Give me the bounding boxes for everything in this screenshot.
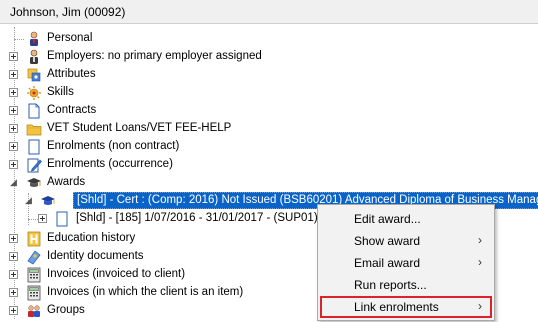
person-icon <box>26 31 42 47</box>
tree-item-label: Identity documents <box>47 250 144 262</box>
group-icon <box>26 303 42 319</box>
calculator-icon <box>26 267 42 283</box>
tree-item-label: Groups <box>47 304 85 316</box>
expand-plus-icon[interactable] <box>9 52 18 61</box>
collapse-arrow-icon[interactable]: ◢ <box>25 195 32 206</box>
tree-item-enrolments-occurrence[interactable]: Enrolments (occurrence) <box>0 156 538 174</box>
document-icon <box>26 139 42 155</box>
expand-plus-icon[interactable] <box>9 234 18 243</box>
tree-item-label: Skills <box>47 86 74 98</box>
tree-item-attributes[interactable]: Attributes <box>0 66 538 84</box>
submenu-arrow-icon: › <box>478 255 482 269</box>
menu-item-show-award[interactable]: Show award › <box>320 230 492 252</box>
tree-item-label: Invoices (invoiced to client) <box>47 268 186 280</box>
id-card-icon <box>26 249 42 265</box>
tree-item-label: Personal <box>47 32 93 44</box>
expand-plus-icon[interactable] <box>9 160 18 169</box>
attributes-icon <box>26 67 42 83</box>
contract-icon <box>26 103 42 119</box>
tree-item-label: [Shld] - [185] 1/07/2016 - 31/01/2017 - … <box>76 212 328 224</box>
submenu-arrow-icon: › <box>478 299 482 313</box>
menu-item-run-reports[interactable]: Run reports... <box>320 274 492 296</box>
expand-plus-icon[interactable] <box>9 142 18 151</box>
expand-plus-icon[interactable] <box>9 88 18 97</box>
tree-item-label: VET Student Loans/VET FEE-HELP <box>47 122 232 134</box>
menu-item-label: Show award <box>354 234 421 248</box>
tree-item-label: Education history <box>47 232 136 244</box>
expand-plus-icon[interactable] <box>38 214 47 223</box>
expand-plus-icon[interactable] <box>9 288 18 297</box>
expand-plus-icon[interactable] <box>9 270 18 279</box>
expand-plus-icon[interactable] <box>9 124 18 133</box>
graduation-cap-icon <box>26 175 42 191</box>
tree-item-label: Awards <box>47 176 86 188</box>
tree-item-personal[interactable]: Personal <box>0 30 538 48</box>
calculator-icon <box>26 285 42 301</box>
expand-plus-icon[interactable] <box>9 70 18 79</box>
folder-icon <box>26 121 42 137</box>
tree-item-label: Attributes <box>47 68 96 80</box>
tree-item-contracts[interactable]: Contracts <box>0 102 538 120</box>
graduation-cap-icon <box>40 193 56 209</box>
tree-item-vet-student-loans[interactable]: VET Student Loans/VET FEE-HELP <box>0 120 538 138</box>
tree-connector-line <box>14 39 24 40</box>
tree-connector-line <box>28 219 38 220</box>
document-icon <box>54 211 70 227</box>
menu-item-edit-award[interactable]: Edit award... <box>320 208 492 230</box>
expand-plus-icon[interactable] <box>9 106 18 115</box>
tree-item-skills[interactable]: Skills <box>0 84 538 102</box>
skills-icon <box>26 85 42 101</box>
tree-item-employers[interactable]: Employers: no primary employer assigned <box>0 48 538 66</box>
employer-icon <box>26 49 42 65</box>
tree-item-label: Invoices (in which the client is an item… <box>47 286 244 298</box>
menu-item-label: Run reports... <box>354 278 427 292</box>
tree-item-label: Employers: no primary employer assigned <box>47 50 262 62</box>
menu-item-label: Edit award... <box>354 212 421 226</box>
expand-plus-icon[interactable] <box>9 252 18 261</box>
tree-item-enrolments-non-contract[interactable]: Enrolments (non contract) <box>0 138 538 156</box>
tree-item-label: Enrolments (occurrence) <box>47 158 173 170</box>
menu-item-email-award[interactable]: Email award › <box>320 252 492 274</box>
tree-item-label: Contracts <box>47 104 97 116</box>
menu-item-label: Link enrolments <box>354 300 439 314</box>
menu-item-label: Email award <box>354 256 421 270</box>
history-icon <box>26 231 42 247</box>
award-context-menu: Edit award... Show award › Email award ›… <box>317 204 495 321</box>
collapse-arrow-icon[interactable]: ◢ <box>10 177 17 188</box>
window-title-bar: Johnson, Jim (00092) <box>0 0 538 24</box>
tree-item-label: Enrolments (non contract) <box>47 140 180 152</box>
window-title: Johnson, Jim (00092) <box>10 5 126 19</box>
tree-item-awards[interactable]: ◢ Awards <box>0 174 538 192</box>
menu-item-link-enrolments[interactable]: Link enrolments › <box>320 296 492 318</box>
submenu-arrow-icon: › <box>478 233 482 247</box>
pencil-document-icon <box>26 157 42 173</box>
expand-plus-icon[interactable] <box>9 306 18 315</box>
